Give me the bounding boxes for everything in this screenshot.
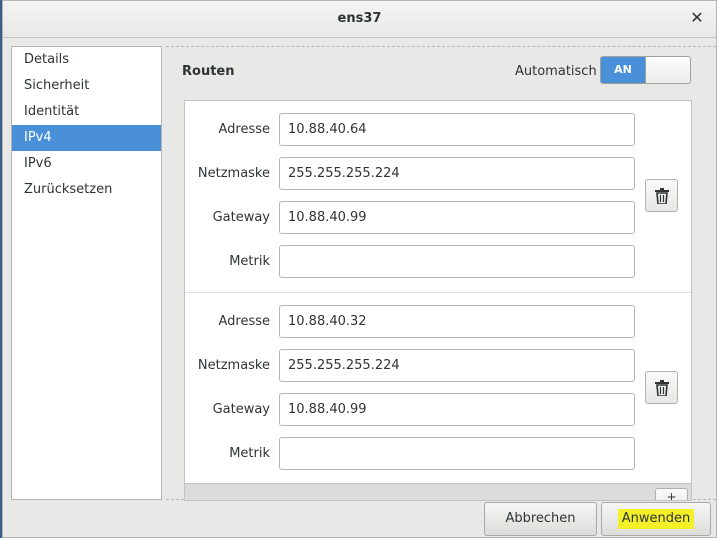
routes-list[interactable]: Adresse 10.88.40.64 Netzmaske 255.255.25…: [184, 100, 692, 501]
netmask-label: Netzmaske: [197, 166, 270, 181]
address-field[interactable]: 10.88.40.64: [279, 113, 635, 146]
automatic-label: Automatisch: [515, 64, 597, 79]
sidebar-item-zuruecksetzen[interactable]: Zurücksetzen: [12, 177, 161, 203]
sidebar-item-details[interactable]: Details: [12, 47, 161, 73]
metric-field[interactable]: [279, 245, 635, 278]
netmask-field[interactable]: 255.255.255.224: [279, 157, 635, 190]
ipv4-routes-panel: Routen Automatisch AN Adresse 10.88.40.6…: [166, 46, 716, 501]
cancel-button[interactable]: Abbrechen: [484, 502, 597, 536]
gateway-field[interactable]: 10.88.40.99: [279, 201, 635, 234]
metric-label: Metrik: [229, 254, 270, 269]
apply-button-label: Anwenden: [617, 509, 695, 529]
route-entry: Adresse 10.88.40.32 Netzmaske 255.255.25…: [185, 292, 691, 483]
close-icon[interactable]: ✕: [688, 9, 706, 27]
metric-field[interactable]: [279, 437, 635, 470]
sidebar-item-ipv4[interactable]: IPv4: [12, 125, 161, 151]
address-field[interactable]: 10.88.40.32: [279, 305, 635, 338]
routes-title: Routen: [182, 64, 235, 79]
delete-route-button[interactable]: [645, 371, 678, 404]
gateway-label: Gateway: [212, 210, 270, 225]
trash-icon: [655, 380, 669, 396]
gateway-label: Gateway: [212, 402, 270, 417]
sidebar-item-ipv6[interactable]: IPv6: [12, 151, 161, 177]
address-label: Adresse: [218, 314, 270, 329]
delete-route-button[interactable]: [645, 179, 678, 212]
titlebar: ens37 ✕: [3, 1, 716, 38]
toggle-on-label: AN: [601, 57, 645, 83]
netmask-field[interactable]: 255.255.255.224: [279, 349, 635, 382]
address-label: Adresse: [218, 122, 270, 137]
network-settings-window: ens37 ✕ Details Sicherheit Identität IPv…: [2, 0, 717, 538]
sidebar-item-sicherheit[interactable]: Sicherheit: [12, 73, 161, 99]
trash-icon: [655, 188, 669, 204]
window-title: ens37: [337, 11, 382, 26]
apply-button[interactable]: Anwenden: [601, 502, 711, 536]
toggle-knob[interactable]: [645, 57, 690, 83]
netmask-label: Netzmaske: [197, 358, 270, 373]
add-route-toolbar: +: [185, 483, 691, 500]
sidebar-item-identitaet[interactable]: Identität: [12, 99, 161, 125]
add-route-button[interactable]: +: [655, 488, 688, 500]
sidebar: Details Sicherheit Identität IPv4 IPv6 Z…: [11, 46, 162, 500]
automatic-toggle[interactable]: AN: [600, 56, 691, 84]
metric-label: Metrik: [229, 446, 270, 461]
route-entry: Adresse 10.88.40.64 Netzmaske 255.255.25…: [185, 101, 691, 292]
gateway-field[interactable]: 10.88.40.99: [279, 393, 635, 426]
